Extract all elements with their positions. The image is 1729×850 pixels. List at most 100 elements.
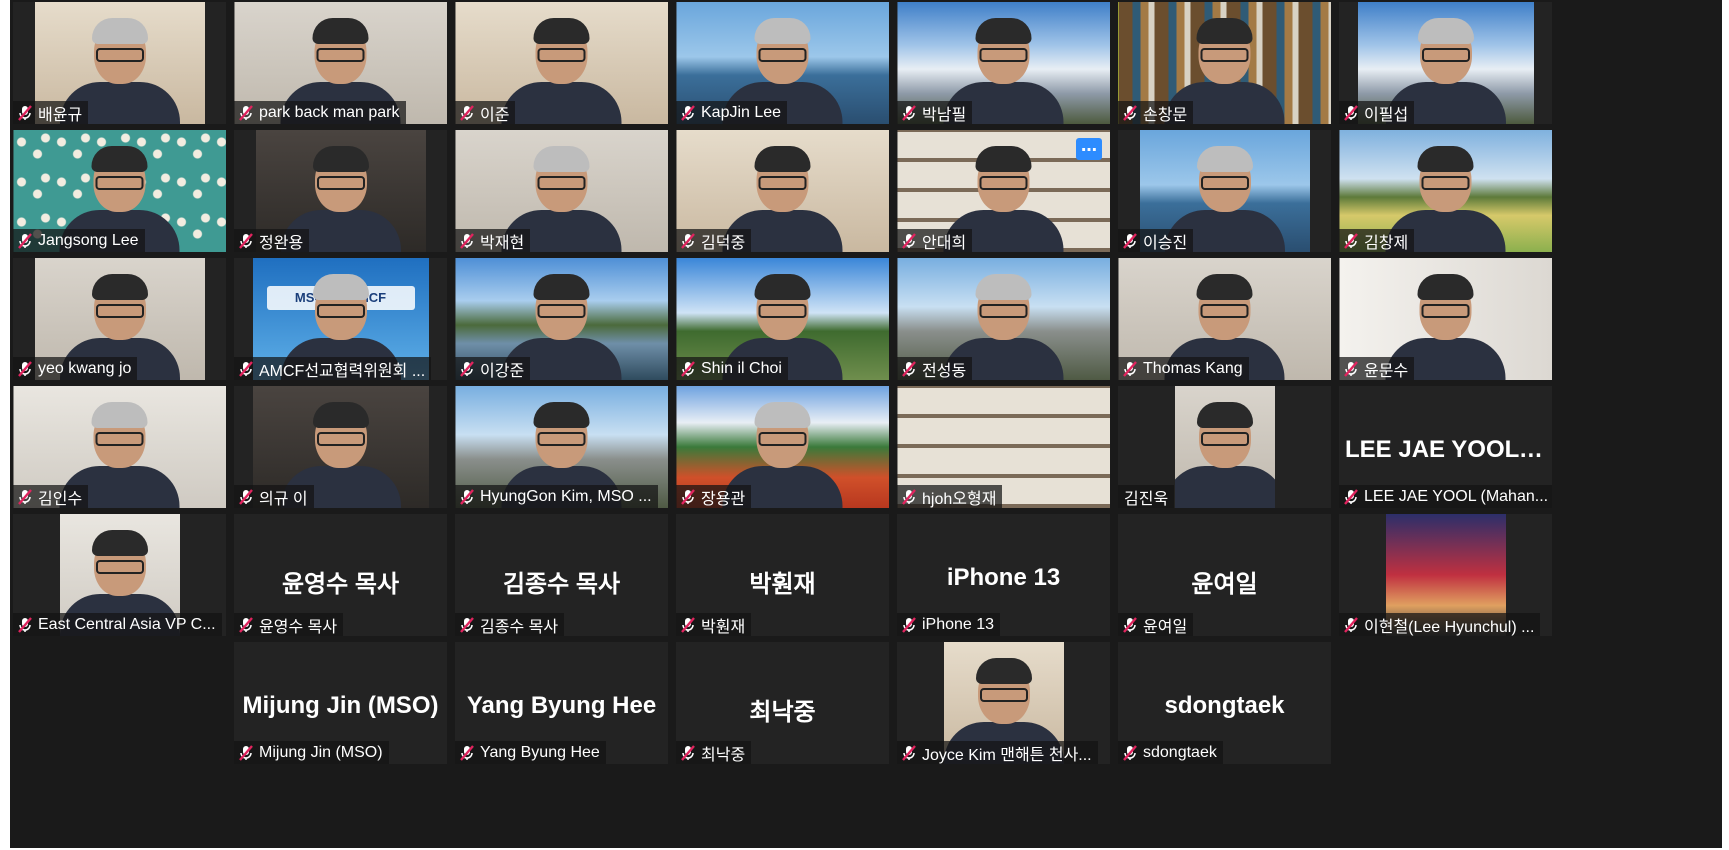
participant-tile[interactable]: 장용관 <box>676 386 889 508</box>
participant-tile[interactable]: 김창제 <box>1339 130 1552 252</box>
participant-tile[interactable]: 이필섭 <box>1339 2 1552 124</box>
muted-mic-icon <box>1123 104 1137 121</box>
participant-display-name: 박훤재 <box>749 571 816 598</box>
participant-name-label: 윤영수 목사 <box>234 613 344 636</box>
participant-tile[interactable]: Thomas Kang <box>1118 258 1331 380</box>
participant-tile[interactable]: 윤문수 <box>1339 258 1552 380</box>
participant-tile[interactable]: Mijung Jin (MSO) Mijung Jin (MSO) <box>234 642 447 764</box>
participant-name-label: park back man park <box>234 101 406 124</box>
participant-name-label: 김종수 목사 <box>455 613 565 636</box>
participant-name-label: Shin il Choi <box>676 357 788 380</box>
participant-name-label: hjoh오형재 <box>897 485 1003 508</box>
muted-mic-icon <box>681 744 695 761</box>
participant-name-label: 김진욱 <box>1118 485 1175 508</box>
muted-mic-icon <box>460 616 474 633</box>
participant-name: yeo kwang jo <box>38 359 132 377</box>
participant-tile[interactable]: Shin il Choi <box>676 258 889 380</box>
participant-tile[interactable]: HyungGon Kim, MSO ... <box>455 386 668 508</box>
participant-tile[interactable]: 배윤규 <box>13 2 226 124</box>
muted-mic-icon <box>460 232 474 249</box>
muted-mic-icon <box>1344 232 1358 249</box>
muted-mic-icon <box>460 360 474 377</box>
participant-name: LEE JAE YOOL (Mahan... <box>1364 487 1549 505</box>
participant-name-label: sdongtaek <box>1118 741 1223 764</box>
participant-display-name: 윤여일 <box>1191 571 1258 598</box>
participant-name-label: 최낙중 <box>676 741 752 764</box>
muted-mic-icon <box>239 360 253 377</box>
participant-tile[interactable]: KapJin Lee <box>676 2 889 124</box>
participant-name: 박재현 <box>480 234 525 252</box>
participant-name: 김인수 <box>38 490 83 508</box>
participant-name: 김진욱 <box>1124 490 1169 508</box>
participant-name: 이현철(Lee Hyunchul) ... <box>1364 618 1535 636</box>
muted-mic-icon <box>1344 616 1358 633</box>
participant-name: HyungGon Kim, MSO ... <box>480 487 652 505</box>
participant-video <box>1174 386 1275 508</box>
participant-name: 최낙중 <box>701 746 746 764</box>
participant-name-label: 윤문수 <box>1339 357 1415 380</box>
participant-name: 이강준 <box>480 362 525 380</box>
participant-name-label: Thomas Kang <box>1118 357 1249 380</box>
participant-tile[interactable]: 김덕중 <box>676 130 889 252</box>
participant-tile[interactable]: 박훤재 박훤재 <box>676 514 889 636</box>
participant-tile[interactable]: yeo kwang jo <box>13 258 226 380</box>
participant-display-name: 최낙중 <box>749 699 816 726</box>
participant-name: 정완용 <box>259 234 304 252</box>
participant-tile[interactable]: sdongtaek sdongtaek <box>1118 642 1331 764</box>
participant-name: iPhone 13 <box>922 615 995 633</box>
participant-tile[interactable]: 윤영수 목사 윤영수 목사 <box>234 514 447 636</box>
participant-tile[interactable]: park back man park <box>234 2 447 124</box>
participant-name: sdongtaek <box>1143 743 1217 761</box>
participant-name: 김종수 목사 <box>480 618 559 636</box>
muted-mic-icon <box>460 104 474 121</box>
participant-name-label: yeo kwang jo <box>13 357 138 380</box>
participant-name: Shin il Choi <box>701 359 782 377</box>
participant-tile[interactable]: Joyce Kim 맨해튼 천사... <box>897 642 1110 764</box>
participant-name: Yang Byung Hee <box>480 743 600 761</box>
participant-tile[interactable]: 김종수 목사 김종수 목사 <box>455 514 668 636</box>
participant-tile[interactable]: 최낙중 최낙중 <box>676 642 889 764</box>
participant-tile[interactable]: … 안대희 <box>897 130 1110 252</box>
participant-tile[interactable]: 이준 <box>455 2 668 124</box>
participant-name: Mijung Jin (MSO) <box>259 743 383 761</box>
participant-name-label: AMCF선교협력위원회 ... <box>234 357 432 380</box>
muted-mic-icon <box>1344 360 1358 377</box>
muted-mic-icon <box>1123 616 1137 633</box>
participant-tile[interactable]: 이강준 <box>455 258 668 380</box>
participant-tile[interactable]: iPhone 13 iPhone 13 <box>897 514 1110 636</box>
participant-tile[interactable]: 손창문 <box>1118 2 1331 124</box>
participant-name: 이준 <box>480 106 510 124</box>
participant-name: 전성동 <box>922 362 967 380</box>
participant-name-label: 장용관 <box>676 485 752 508</box>
participant-tile[interactable]: 박재현 <box>455 130 668 252</box>
participant-name: 안대희 <box>922 234 967 252</box>
participant-name: 이필섭 <box>1364 106 1409 124</box>
muted-mic-icon <box>902 744 916 761</box>
participant-tile[interactable]: 이현철(Lee Hyunchul) ... <box>1339 514 1552 636</box>
participant-tile[interactable]: MSO for AMCFAMCF선교협력위원회 ... <box>234 258 447 380</box>
participant-tile[interactable]: Yang Byung Hee Yang Byung Hee <box>455 642 668 764</box>
muted-mic-icon <box>18 616 32 633</box>
more-options-button[interactable]: … <box>1076 138 1102 160</box>
participant-tile[interactable]: LEE JAE YOOL (... LEE JAE YOOL (Mahan... <box>1339 386 1552 508</box>
participant-tile[interactable]: 윤여일 윤여일 <box>1118 514 1331 636</box>
participant-name: East Central Asia VP C... <box>38 615 216 633</box>
participant-tile[interactable]: 정완용 <box>234 130 447 252</box>
participant-tile[interactable]: 의규 이 <box>234 386 447 508</box>
participant-display-name: Mijung Jin (MSO) <box>242 692 439 719</box>
participant-tile[interactable]: 전성동 <box>897 258 1110 380</box>
participant-tile[interactable]: Jangsong Lee <box>13 130 226 252</box>
participant-name-label: 김덕중 <box>676 229 752 252</box>
participant-tile[interactable]: hjoh오형재 <box>897 386 1110 508</box>
muted-mic-icon <box>1123 744 1137 761</box>
participant-tile[interactable]: 김인수 <box>13 386 226 508</box>
video-gallery: 배윤규 park back man park 이준 KapJin Lee 박남필 손창문 이… <box>10 0 1722 848</box>
participant-name: 배윤규 <box>38 106 83 124</box>
muted-mic-icon <box>239 232 253 249</box>
participant-tile[interactable]: 이승진 <box>1118 130 1331 252</box>
muted-mic-icon <box>239 616 253 633</box>
participant-tile[interactable]: 박남필 <box>897 2 1110 124</box>
participant-tile[interactable]: 김진욱 <box>1118 386 1331 508</box>
participant-tile[interactable]: East Central Asia VP C... <box>13 514 226 636</box>
participant-name-label: 박훤재 <box>676 613 752 636</box>
